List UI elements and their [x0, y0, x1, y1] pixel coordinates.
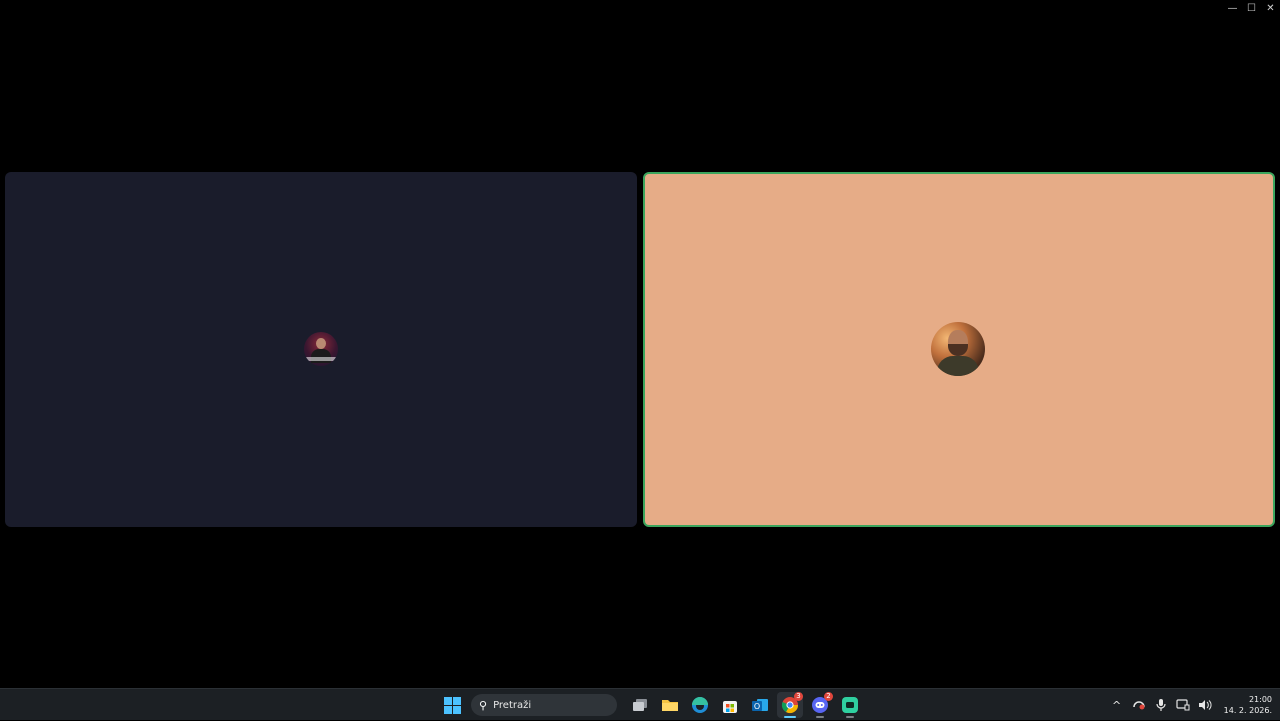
participant-tile-left[interactable]: [5, 172, 637, 527]
clock-date: 14. 2. 2026.: [1223, 706, 1272, 715]
network-icon[interactable]: [1172, 694, 1194, 716]
start-button[interactable]: [439, 692, 465, 718]
svg-text:O: O: [754, 702, 760, 711]
outlook-button[interactable]: O: [747, 692, 773, 718]
store-icon: [723, 701, 737, 713]
task-view-button[interactable]: [627, 692, 653, 718]
clock-time: 21:00: [1248, 695, 1272, 704]
participant-tile-right-speaking[interactable]: [643, 172, 1275, 527]
green-app-icon: [842, 697, 858, 713]
participant-avatar[interactable]: [931, 322, 985, 376]
volume-icon[interactable]: [1194, 694, 1216, 716]
folder-icon: [662, 700, 678, 711]
discord-badge: 2: [824, 692, 833, 701]
windows-taskbar: ⚲ Pretraži O 3 2 ^ 21:00 14. 2. 2026.: [0, 688, 1280, 720]
windows-logo-icon: [443, 696, 461, 714]
running-indicator: [846, 716, 854, 718]
window-controls: — ☐ ✕: [1223, 0, 1280, 16]
chrome-badge: 3: [794, 692, 803, 701]
close-button[interactable]: ✕: [1261, 0, 1280, 16]
taskbar-search[interactable]: ⚲ Pretraži: [471, 694, 617, 716]
outlook-icon: O: [752, 699, 768, 711]
file-explorer-button[interactable]: [657, 692, 683, 718]
title-bar: — ☐ ✕: [0, 0, 1280, 16]
green-app-button[interactable]: [837, 692, 863, 718]
app-window: — ☐ ✕: [0, 0, 1280, 688]
search-placeholder: Pretraži: [493, 699, 532, 711]
avatar-head-shape: [316, 338, 326, 349]
headset-icon[interactable]: [1128, 694, 1150, 716]
avatar-coat-shape: [937, 356, 979, 376]
maximize-button[interactable]: ☐: [1242, 0, 1261, 16]
edge-button[interactable]: [687, 692, 713, 718]
running-indicator: [816, 716, 824, 718]
store-button[interactable]: [717, 692, 743, 718]
microphone-icon[interactable]: [1150, 694, 1172, 716]
chrome-button[interactable]: 3: [777, 692, 803, 718]
avatar-logo-band: [304, 357, 338, 361]
minimize-button[interactable]: —: [1223, 0, 1242, 16]
active-indicator: [784, 716, 796, 718]
search-icon: ⚲: [479, 698, 488, 712]
clock[interactable]: 21:00 14. 2. 2026.: [1224, 694, 1272, 716]
task-view-icon: [633, 699, 647, 711]
participant-avatar[interactable]: [304, 332, 338, 366]
discord-button[interactable]: 2: [807, 692, 833, 718]
avatar-beard-shape: [948, 344, 968, 356]
system-tray: ^ 21:00 14. 2. 2026.: [1106, 689, 1272, 721]
taskbar-apps: ⚲ Pretraži O 3 2: [437, 689, 865, 721]
show-hidden-icons-chevron-icon[interactable]: ^: [1106, 694, 1128, 716]
edge-icon: [692, 697, 708, 713]
